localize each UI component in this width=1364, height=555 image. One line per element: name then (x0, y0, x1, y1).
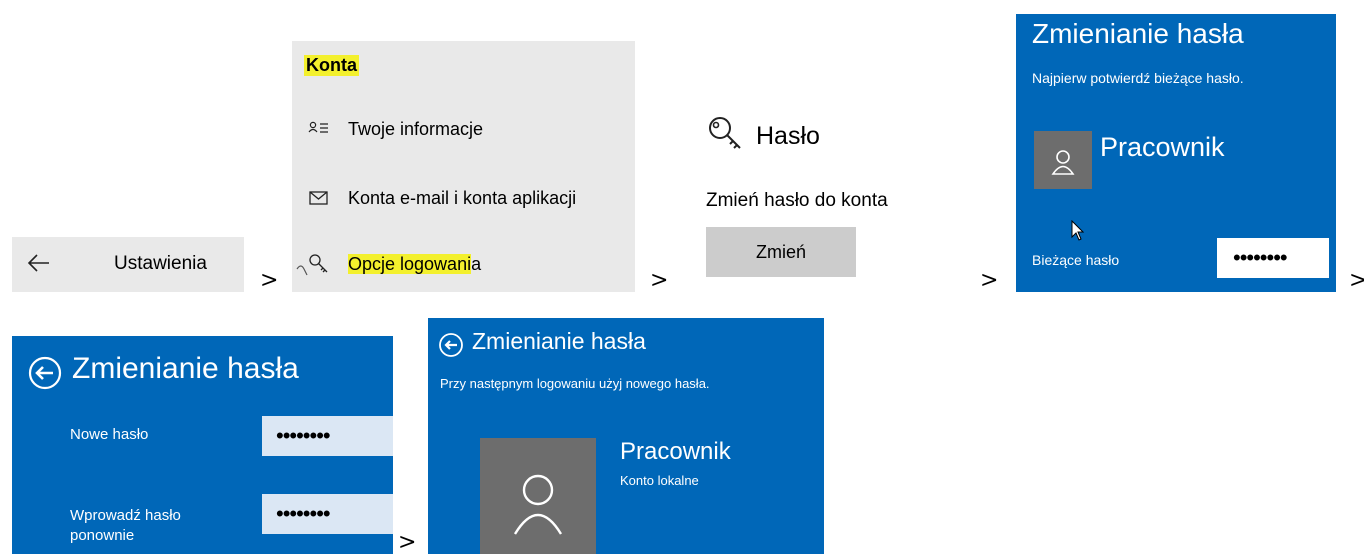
circle-arrow-left-icon[interactable] (438, 332, 464, 358)
step-separator: > (260, 268, 279, 293)
confirm-password-label: Wprowadź hasło ponownie (70, 507, 181, 544)
menu-item-sign-in-options[interactable]: Opcje logowania (308, 253, 481, 275)
circle-arrow-left-icon[interactable] (27, 355, 63, 391)
password-heading: Hasło (756, 122, 820, 150)
menu-item-your-info[interactable]: Twoje informacje (308, 118, 483, 140)
new-password-input[interactable]: •••••••• (262, 416, 393, 456)
menu-item-label: Konta e-mail i konta aplikacji (348, 187, 577, 208)
dialog-title: Zmienianie hasła (72, 352, 299, 385)
confirm-current-password-panel: Zmienianie hasła Najpierw potwierdź bież… (1016, 14, 1336, 292)
menu-item-label-rest: a (471, 253, 482, 274)
key-icon (309, 254, 328, 273)
dialog-title: Zmienianie hasła (1032, 18, 1244, 49)
change-password-text: Zmień hasło do konta (706, 190, 888, 211)
accounts-menu-panel: Konta Twoje informacje Konta e-mail i ko… (292, 41, 635, 292)
menu-item-email-accounts[interactable]: Konta e-mail i konta aplikacji (308, 187, 576, 209)
avatar (480, 438, 596, 554)
password-section-panel: Hasło Zmień hasło do konta Zmień (704, 110, 964, 290)
person-list-icon (308, 121, 328, 133)
user-name: Pracownik (620, 438, 731, 465)
password-changed-panel: Zmienianie hasła Przy następnym logowani… (428, 318, 824, 554)
current-password-label: Bieżące hasło (1032, 252, 1120, 268)
change-button[interactable]: Zmień (706, 227, 856, 277)
step-separator: > (1349, 268, 1364, 293)
step-separator: > (980, 268, 999, 293)
settings-header-panel: Ustawienia (12, 237, 244, 292)
avatar (1034, 131, 1092, 189)
mouse-pointer-icon (1071, 220, 1085, 241)
user-name: Pracownik (1100, 132, 1225, 162)
dialog-subtitle: Najpierw potwierdź bieżące hasło. (1032, 70, 1244, 86)
confirm-password-input[interactable]: •••••••• (262, 494, 393, 534)
new-password-label: Nowe hasło (70, 426, 149, 443)
step-separator: > (650, 268, 669, 293)
envelope-icon (309, 191, 328, 205)
user-icon (513, 474, 563, 535)
current-password-input[interactable]: •••••••• (1217, 238, 1329, 278)
dialog-subtitle: Przy następnym logowaniu użyj nowego has… (440, 376, 710, 391)
arrow-left-icon[interactable] (25, 249, 53, 277)
mouse-cursor-icon (296, 265, 308, 276)
new-password-panel: Zmienianie hasła Nowe hasło •••••••• Wpr… (12, 336, 393, 554)
step-separator: > (398, 530, 417, 555)
menu-item-label-highlighted: Opcje logowani (348, 253, 472, 274)
user-icon (1051, 150, 1075, 175)
accounts-heading: Konta (304, 55, 359, 76)
account-type: Konto lokalne (620, 473, 699, 488)
settings-title: Ustawienia (114, 253, 207, 274)
dialog-title: Zmienianie hasła (472, 328, 646, 354)
key-icon (709, 117, 741, 149)
menu-item-label: Twoje informacje (348, 118, 484, 139)
